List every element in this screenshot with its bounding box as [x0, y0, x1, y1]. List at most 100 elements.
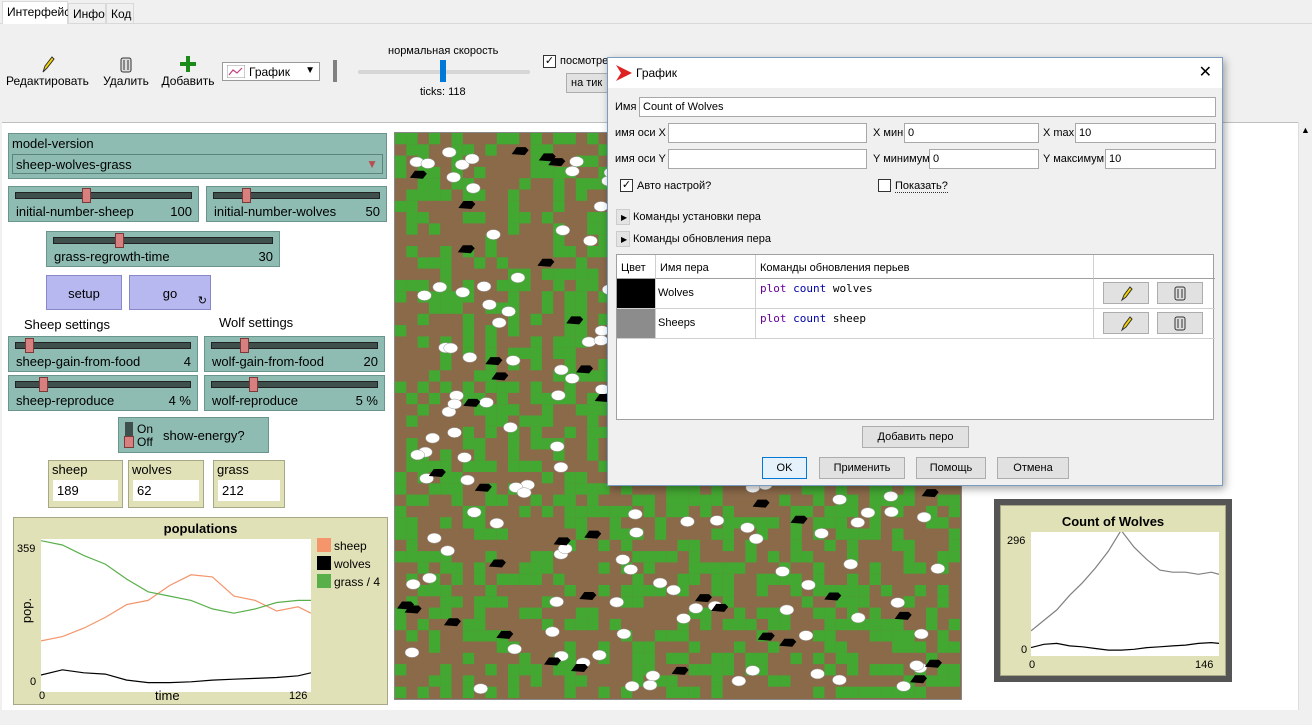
- slider-track[interactable]: [213, 192, 380, 199]
- edit-pen-button[interactable]: [1103, 282, 1149, 304]
- slider-thumb[interactable]: [82, 188, 91, 203]
- grass-patch: [700, 494, 712, 506]
- chooser-value[interactable]: sheep-wolves-grass ▼: [12, 154, 383, 174]
- add-pen-button[interactable]: Добавить перо: [862, 426, 969, 448]
- expand-setup-icon[interactable]: ▶: [616, 209, 630, 225]
- widget-type-select[interactable]: График ▼: [222, 62, 320, 81]
- pen-name[interactable]: Wolves: [656, 279, 756, 309]
- update-mode-select[interactable]: на тик: [566, 73, 612, 93]
- delete-label: Удалить: [103, 74, 149, 88]
- count-of-wolves-plot[interactable]: Count of Wolves 296 0 0 146: [1000, 505, 1226, 676]
- grass-patch: [711, 686, 723, 698]
- autoscale-checkbox[interactable]: ✓: [620, 179, 633, 192]
- delete-pen-button[interactable]: [1157, 312, 1203, 334]
- slider-track[interactable]: [211, 381, 378, 388]
- populations-plot[interactable]: populations 359 0 pop. 0 time 126 sheep …: [13, 517, 388, 705]
- xmax-field[interactable]: 10: [1075, 123, 1216, 143]
- slider-value: 20: [363, 354, 378, 369]
- slider-thumb[interactable]: [25, 338, 34, 353]
- xmin-field[interactable]: 0: [904, 123, 1039, 143]
- slider-thumb[interactable]: [115, 233, 124, 248]
- ymax-field[interactable]: 10: [1105, 149, 1216, 169]
- delete-button[interactable]: Удалить: [101, 54, 151, 88]
- grass-patch: [587, 607, 599, 619]
- slider-track[interactable]: [15, 342, 191, 349]
- grass-patch: [406, 517, 418, 529]
- edit-button[interactable]: Редактировать: [6, 54, 89, 88]
- grass-patch: [564, 336, 576, 348]
- tab-code[interactable]: Код: [106, 3, 134, 23]
- slider-sheep-reproduce[interactable]: sheep-reproduce 4 %: [8, 375, 198, 411]
- slider-thumb[interactable]: [240, 338, 249, 353]
- grass-patch: [575, 607, 588, 619]
- slider-track[interactable]: [15, 192, 192, 199]
- slider-grass-regrowth-time[interactable]: grass-regrowth-time 30: [46, 231, 280, 267]
- y-axis-name-field[interactable]: [668, 149, 867, 169]
- slider-thumb[interactable]: [242, 188, 251, 203]
- help-button[interactable]: Помощь: [916, 457, 986, 479]
- ok-button[interactable]: OK: [762, 457, 807, 479]
- apply-button[interactable]: Применить: [819, 457, 905, 479]
- vertical-scrollbar[interactable]: ▲: [1298, 122, 1312, 710]
- grass-patch: [575, 528, 588, 540]
- slider-wolf-gain-from-food[interactable]: wolf-gain-from-food 20: [204, 336, 385, 372]
- grass-patch: [485, 415, 497, 427]
- close-icon[interactable]: ✕: [1199, 62, 1212, 82]
- pen-update-command[interactable]: plot count sheep: [756, 309, 1094, 339]
- slider-track[interactable]: [211, 342, 378, 349]
- grass-patch: [711, 664, 723, 676]
- show-energy-switch[interactable]: On Off show-energy?: [118, 417, 269, 453]
- setup-commands-toggle[interactable]: Команды установки пера: [633, 211, 761, 223]
- tab-info[interactable]: Инфо: [68, 3, 106, 23]
- delete-pen-button[interactable]: [1157, 282, 1203, 304]
- monitor-value: 212: [218, 480, 280, 501]
- pen-color-swatch[interactable]: [617, 309, 656, 339]
- show-legend-checkbox[interactable]: [878, 179, 891, 192]
- add-button[interactable]: Добавить: [161, 54, 215, 88]
- switch-track[interactable]: [124, 422, 134, 448]
- grass-patch: [474, 573, 486, 585]
- slider-sheep-gain-from-food[interactable]: sheep-gain-from-food 4: [8, 336, 198, 372]
- col-actions-header: [1094, 255, 1215, 279]
- grass-patch: [835, 686, 847, 698]
- slider-initial-number-sheep[interactable]: initial-number-sheep 100: [8, 186, 199, 222]
- scroll-up-icon[interactable]: ▲: [1301, 125, 1310, 135]
- name-field[interactable]: Count of Wolves: [639, 97, 1216, 117]
- grass-patch: [474, 618, 486, 631]
- pen-name[interactable]: Sheeps: [656, 309, 756, 339]
- speed-slider-thumb[interactable]: [440, 60, 446, 82]
- edit-pen-button[interactable]: [1103, 312, 1149, 334]
- switch-thumb[interactable]: [124, 436, 134, 448]
- slider-wolf-reproduce[interactable]: wolf-reproduce 5 %: [204, 375, 385, 411]
- sheep-agent: [455, 287, 470, 298]
- x-axis-name-field[interactable]: [668, 123, 867, 143]
- grass-patch: [666, 551, 678, 563]
- grass-patch: [869, 607, 881, 619]
- cancel-button[interactable]: Отмена: [997, 457, 1069, 479]
- grass-patch: [541, 212, 554, 224]
- slider-initial-number-wolves[interactable]: initial-number-wolves 50: [206, 186, 387, 222]
- pen-color-swatch[interactable]: [617, 279, 656, 309]
- tab-interface[interactable]: Интерфейс: [2, 1, 70, 24]
- grass-patch: [485, 664, 497, 676]
- grass-patch: [428, 585, 441, 597]
- grass-patch: [587, 426, 599, 439]
- pen-update-command[interactable]: plot count wolves: [756, 279, 1094, 309]
- go-button[interactable]: go ↻: [129, 275, 211, 310]
- grass-patch: [519, 460, 531, 472]
- ymin-field[interactable]: 0: [929, 149, 1039, 169]
- setup-button[interactable]: setup: [46, 275, 122, 310]
- model-version-chooser[interactable]: model-version sheep-wolves-grass ▼: [8, 133, 387, 179]
- view-updates-checkbox[interactable]: ✓: [543, 55, 556, 68]
- sheep-agent: [629, 527, 644, 538]
- slider-thumb[interactable]: [39, 377, 48, 392]
- grass-patch: [801, 505, 814, 518]
- x-min-label: 0: [39, 690, 46, 702]
- update-commands-toggle[interactable]: Команды обновления пера: [633, 233, 771, 245]
- grass-patch: [587, 268, 599, 280]
- slider-thumb[interactable]: [249, 377, 258, 392]
- expand-update-icon[interactable]: ▶: [616, 231, 630, 247]
- grass-patch: [643, 562, 655, 574]
- slider-track[interactable]: [53, 237, 273, 244]
- view-updates-label: посмотре: [560, 55, 609, 67]
